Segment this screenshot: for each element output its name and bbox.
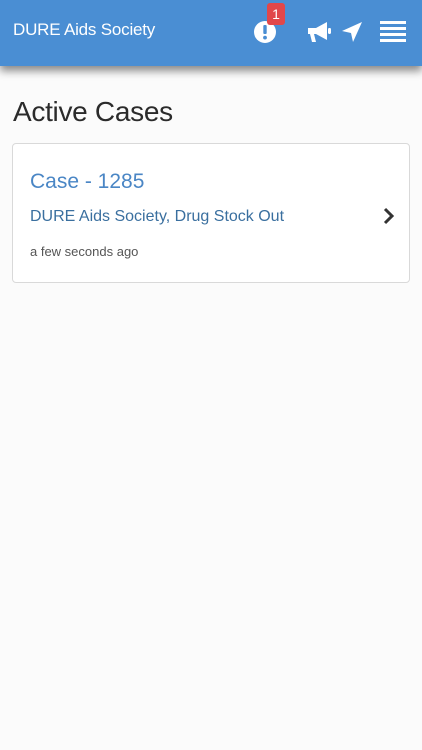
top-app-bar: DURE Aids Society 1 (0, 0, 422, 66)
navigation-arrow-icon (342, 22, 362, 42)
megaphone-icon (308, 22, 331, 42)
app-title: DURE Aids Society (13, 20, 156, 39)
chevron-right-icon[interactable] (381, 206, 397, 226)
case-timestamp: a few seconds ago (30, 244, 139, 259)
case-card[interactable]: Case - 1285 DURE Aids Society, Drug Stoc… (12, 143, 410, 283)
alert-count-badge: 1 (267, 3, 285, 25)
menu-button[interactable] (377, 16, 409, 48)
menu-icon (380, 21, 406, 42)
case-title[interactable]: Case - 1285 (30, 170, 144, 194)
location-button[interactable] (336, 16, 368, 48)
announcements-button[interactable] (303, 16, 335, 48)
case-subtitle: DURE Aids Society, Drug Stock Out (30, 208, 285, 225)
page-title: Active Cases (13, 96, 173, 127)
